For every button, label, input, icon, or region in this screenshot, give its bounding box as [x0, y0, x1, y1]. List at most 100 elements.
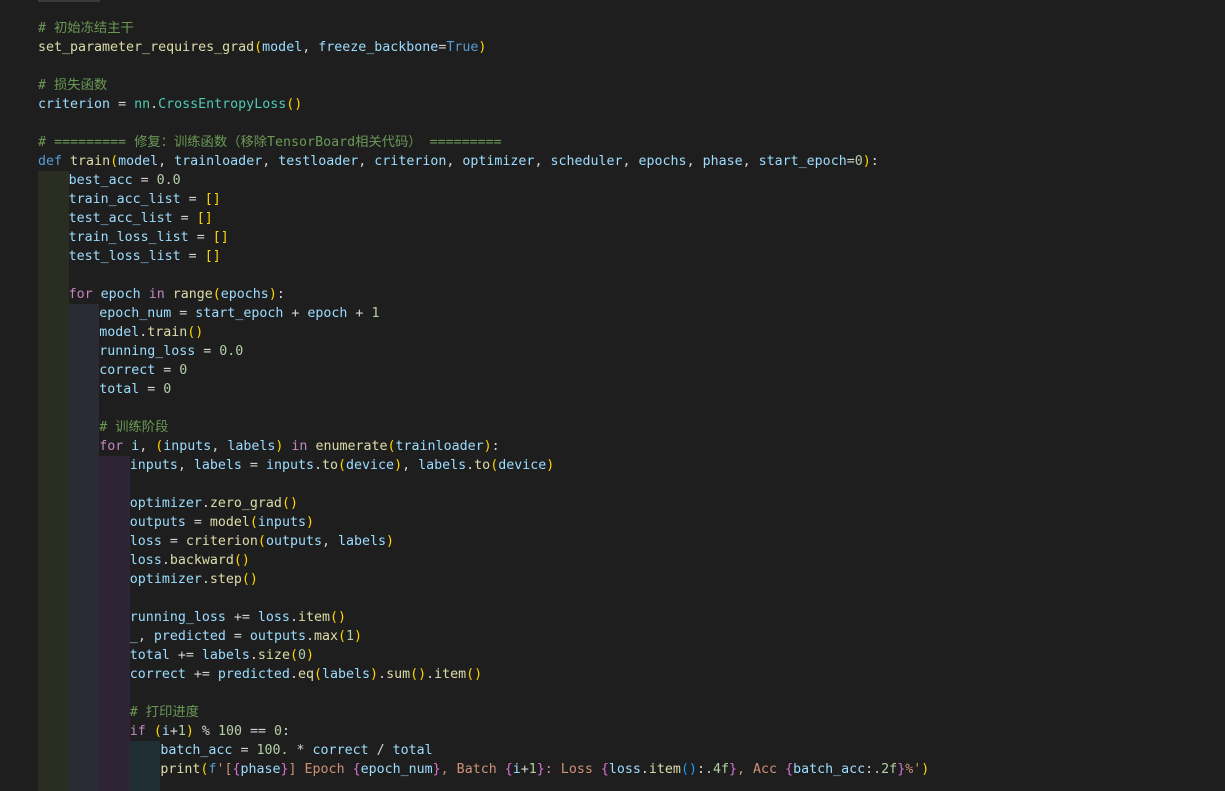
code-line[interactable]: for epoch in range(epochs):	[69, 285, 285, 304]
code-token: labels	[418, 458, 467, 473]
code-token: loss	[129, 553, 162, 568]
code-token: {	[785, 762, 794, 777]
code-token: predicted	[217, 667, 290, 682]
code-token: }	[432, 762, 441, 777]
code-token: )	[268, 287, 277, 302]
code-token: train	[147, 325, 188, 340]
code-token: zero_grad	[209, 496, 282, 511]
code-token: total	[99, 382, 140, 397]
code-token: +=	[225, 610, 258, 625]
code-line[interactable]: best_acc = 0.0	[69, 171, 181, 190]
code-token: criterion	[38, 97, 111, 112]
code-token: ()	[187, 325, 204, 340]
code-token: in	[291, 439, 308, 454]
code-editor[interactable]: # 初始冻结主干 set_parameter_requires_grad(mode…	[0, 0, 1225, 791]
code-token: .	[289, 667, 298, 682]
code-token: correct	[99, 363, 156, 378]
code-line[interactable]: optimizer.step()	[130, 570, 258, 589]
code-token: def	[38, 154, 63, 169]
code-token: correct	[129, 667, 186, 682]
code-token: testloader	[278, 154, 359, 169]
code-token: # 打印进度	[129, 705, 199, 720]
code-line[interactable]: _, predicted = outputs.max(1)	[130, 627, 362, 646]
code-line[interactable]: total = 0	[99, 380, 171, 399]
code-token: device	[346, 458, 395, 473]
code-token: ,	[686, 154, 703, 169]
code-token: epoch	[100, 287, 141, 302]
code-line[interactable]: for i, (inputs, labels) in enumerate(tra…	[99, 437, 499, 456]
code-line[interactable]: loss = criterion(outputs, labels)	[130, 532, 394, 551]
code-token: correct	[312, 743, 369, 758]
code-token: ,	[177, 458, 194, 473]
code-token: =	[132, 173, 157, 188]
code-line[interactable]: if (i+1) % 100 == 0:	[130, 722, 290, 741]
code-line[interactable]: # 损失函数	[38, 76, 107, 95]
code-line[interactable]: correct += predicted.eq(labels).sum().it…	[130, 665, 482, 684]
code-token: +=	[169, 648, 202, 663]
code-line[interactable]: total += labels.size(0)	[130, 646, 314, 665]
code-token: .	[640, 762, 649, 777]
code-token: phase	[702, 154, 743, 169]
code-token: 0	[179, 363, 188, 378]
code-token: +	[347, 306, 372, 321]
code-token: # ========= 修复：训练函数（移除TensorBoard相关代码） =…	[38, 135, 502, 150]
code-line[interactable]: batch_acc = 100. * correct / total	[160, 741, 432, 760]
code-line[interactable]: # 打印进度	[130, 703, 199, 722]
code-token: ,	[446, 154, 463, 169]
code-token: .4f	[704, 762, 729, 777]
code-token: freeze_backbone	[318, 40, 439, 55]
code-token: predicted	[153, 629, 226, 644]
code-line[interactable]: # 训练阶段	[99, 418, 168, 437]
code-token: # 损失函数	[38, 78, 108, 93]
code-token: start_epoch	[195, 306, 284, 321]
code-token: inputs	[129, 458, 178, 473]
code-token: +=	[185, 667, 218, 682]
code-line[interactable]: # 初始冻结主干	[38, 19, 134, 38]
code-token: (	[110, 154, 119, 169]
code-token: .	[466, 458, 475, 473]
code-token: =	[241, 458, 266, 473]
code-token: backward	[169, 553, 234, 568]
code-line[interactable]: test_loss_list = []	[69, 247, 221, 266]
code-token: 0	[163, 382, 172, 397]
code-token: in	[148, 287, 165, 302]
code-token: +	[520, 762, 529, 777]
code-token: []	[204, 249, 221, 264]
code-token: start_epoch	[758, 154, 847, 169]
code-line[interactable]: # ========= 修复：训练函数（移除TensorBoard相关代码） =…	[38, 133, 502, 152]
code-token: )	[354, 629, 363, 644]
code-token: =	[139, 382, 164, 397]
code-token: ,	[262, 154, 279, 169]
code-line[interactable]: model.train()	[99, 323, 203, 342]
code-token: ,	[402, 458, 419, 473]
code-line[interactable]: set_parameter_requires_grad(model, freez…	[38, 38, 486, 57]
code-token: batch_acc	[793, 762, 866, 777]
code-token: (	[249, 515, 258, 530]
code-line[interactable]: outputs = model(inputs)	[130, 513, 314, 532]
code-line[interactable]: def train(model, trainloader, testloader…	[38, 152, 879, 171]
code-line[interactable]: print(f'[{phase}] Epoch {epoch_num}, Bat…	[160, 760, 929, 779]
code-line[interactable]: train_loss_list = []	[69, 228, 229, 247]
code-line[interactable]: optimizer.zero_grad()	[130, 494, 298, 513]
code-line[interactable]: epoch_num = start_epoch + epoch + 1	[99, 304, 379, 323]
code-token: ()	[329, 610, 346, 625]
code-line[interactable]: loss.backward()	[130, 551, 250, 570]
code-token: []	[212, 230, 229, 245]
code-line[interactable]: train_acc_list = []	[69, 190, 221, 209]
code-token: 0	[297, 648, 306, 663]
code-token: epochs	[638, 154, 687, 169]
code-token: , Acc	[737, 762, 786, 777]
code-line[interactable]: inputs, labels = inputs.to(device), labe…	[130, 456, 554, 475]
code-token: .	[426, 667, 435, 682]
code-line[interactable]: running_loss += loss.item()	[130, 608, 346, 627]
code-token: labels	[321, 667, 371, 682]
code-line[interactable]: criterion = nn.CrossEntropyLoss()	[38, 95, 302, 114]
code-token: .	[201, 496, 210, 511]
code-token: i	[161, 724, 170, 739]
code-token: train	[70, 154, 111, 169]
code-line[interactable]: test_acc_list = []	[69, 209, 213, 228]
code-line[interactable]: running_loss = 0.0	[99, 342, 243, 361]
code-line[interactable]: correct = 0	[99, 361, 187, 380]
code-token: epoch_num	[99, 306, 172, 321]
code-token: sum	[386, 667, 411, 682]
